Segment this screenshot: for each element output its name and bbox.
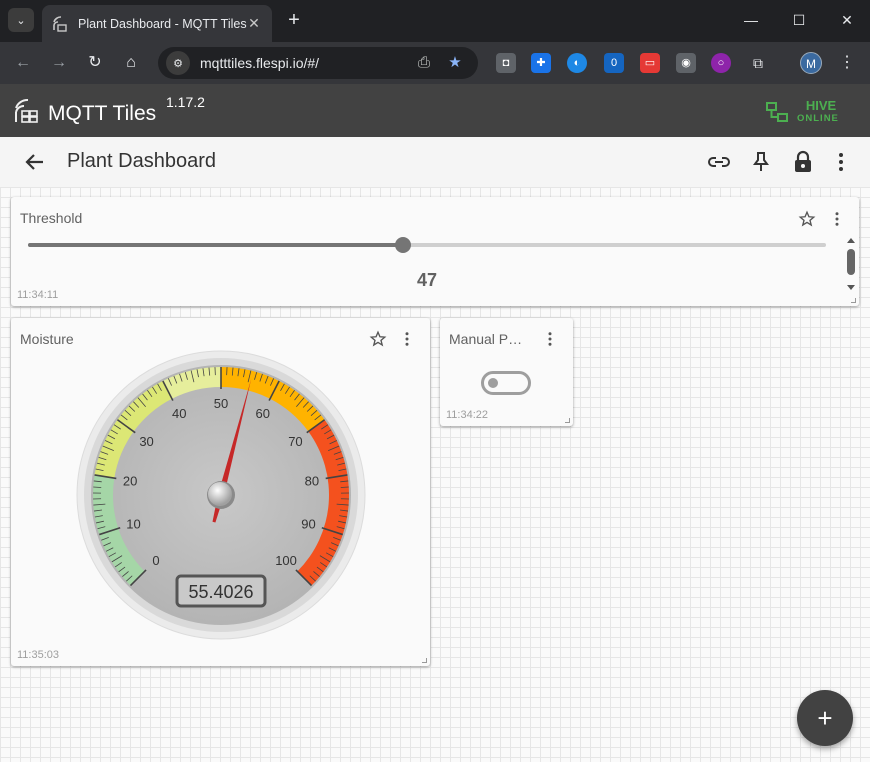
extensions-puzzle-icon[interactable]: ⧉ (748, 53, 768, 73)
bookmark-star-icon[interactable]: ★ (444, 52, 466, 74)
gauge-tick-label: 90 (301, 516, 315, 531)
extension-camera-icon[interactable]: ◉ (676, 53, 696, 73)
dashboard-header: Plant Dashboard (0, 137, 870, 187)
tile-scrollbar[interactable] (846, 235, 856, 295)
tile-menu-icon[interactable] (828, 210, 846, 228)
gauge-tick-label: 0 (152, 553, 159, 568)
pin-icon[interactable] (749, 150, 773, 174)
broker-connection-status[interactable]: HIVE ONLINE (765, 98, 855, 126)
gauge-tick-label: 40 (172, 406, 186, 421)
gauge-tick-label: 50 (214, 396, 228, 411)
tile-timestamp: 11:34:11 (17, 289, 59, 301)
more-vert-icon[interactable] (829, 150, 853, 174)
browser-toolbar: ← → ↻ ⌂ ⚙ mqtttiles.flespi.io/#/ ⎙ ★ ◘ ✚… (0, 42, 870, 84)
resize-handle[interactable] (422, 658, 427, 663)
extension-color-icon[interactable]: ○ (711, 53, 731, 73)
moisture-gauge: 0 10 20 30 40 50 60 70 80 90 100 55.4026 (76, 350, 366, 640)
profile-avatar[interactable]: M (800, 52, 822, 74)
tile-title: Manual P… (449, 331, 523, 347)
tile-title: Threshold (20, 210, 83, 226)
browser-tab[interactable]: Plant Dashboard - MQTT Tiles ✕ (42, 5, 272, 42)
moisture-tile: Moisture 0 10 20 30 40 50 60 70 80 90 100 55.4026 … (11, 318, 430, 666)
tab-search-button[interactable]: ⌄ (8, 8, 34, 32)
extension-counter-icon[interactable]: 0 (604, 53, 624, 73)
gauge-tick-label: 20 (123, 474, 137, 489)
browser-menu-icon[interactable]: ⋮ (835, 51, 859, 75)
gauge-tick-label: 60 (256, 406, 270, 421)
app-bar: MQTT Tiles 1.17.2 HIVE ONLINE (0, 84, 870, 137)
address-bar[interactable]: ⚙ mqtttiles.flespi.io/#/ ⎙ ★ (158, 47, 478, 79)
tab-title: Plant Dashboard - MQTT Tiles (78, 16, 247, 31)
page-title: Plant Dashboard (67, 150, 216, 172)
site-info-icon[interactable]: ⚙ (166, 51, 190, 75)
network-icon (766, 102, 788, 122)
link-icon[interactable] (707, 150, 731, 174)
gauge-tick-label: 100 (275, 553, 297, 568)
tile-menu-icon[interactable] (398, 330, 416, 348)
browser-back-icon[interactable]: ← (11, 51, 35, 75)
browser-tab-bar: ⌄ Plant Dashboard - MQTT Tiles ✕ + — ☐ ✕ (0, 0, 870, 42)
broker-status: ONLINE (797, 113, 839, 124)
extension-badge: 0 (610, 57, 618, 69)
extension-bitwarden-icon[interactable]: ◘ (496, 53, 516, 73)
gauge-minor-tick (340, 486, 349, 488)
tile-timestamp: 11:34:22 (446, 409, 489, 421)
install-app-icon[interactable]: ⎙ (413, 52, 435, 74)
threshold-value: 47 (416, 270, 438, 290)
extension-sync-icon[interactable]: ◐ (567, 53, 587, 73)
gauge-knob (208, 482, 232, 506)
url-text: mqtttiles.flespi.io/#/ (200, 55, 320, 71)
maximize-icon[interactable]: ☐ (784, 8, 814, 32)
slider-fill (28, 243, 404, 247)
browser-forward-icon[interactable]: → (47, 51, 71, 75)
reload-icon[interactable]: ↻ (83, 51, 107, 75)
tile-timestamp: 11:35:03 (17, 649, 60, 661)
gauge-tick-label: 10 (126, 516, 140, 531)
extension-blue-icon[interactable]: ✚ (531, 53, 551, 73)
gauge-tick-label: 30 (139, 434, 153, 449)
star-icon[interactable] (798, 210, 816, 228)
back-arrow-icon[interactable] (24, 151, 46, 173)
manual-toggle-switch[interactable] (481, 371, 531, 395)
tile-menu-icon[interactable] (541, 330, 559, 348)
star-icon[interactable] (369, 330, 387, 348)
window-close-icon[interactable]: ✕ (832, 8, 862, 32)
tab-close-icon[interactable]: ✕ (246, 15, 262, 31)
mqtt-tiles-logo-icon (15, 99, 38, 123)
gauge-tick-label: 70 (288, 434, 302, 449)
threshold-slider[interactable] (28, 237, 826, 253)
gauge-minor-tick (93, 486, 102, 488)
app-version: 1.17.2 (166, 94, 205, 110)
resize-handle[interactable] (851, 298, 856, 303)
gauge-tick-label: 80 (305, 474, 319, 489)
tile-title: Moisture (20, 331, 74, 347)
home-icon[interactable]: ⌂ (119, 51, 143, 75)
minimize-icon[interactable]: — (736, 8, 766, 32)
threshold-tile: Threshold 47 11:34:11 (11, 197, 859, 306)
toggle-knob (488, 378, 498, 388)
add-tile-button[interactable]: + (797, 690, 853, 746)
resize-handle[interactable] (565, 418, 570, 423)
manual-tile: Manual P… 11:34:22 (440, 318, 573, 426)
app-title: MQTT Tiles (48, 102, 157, 125)
lock-icon[interactable] (791, 150, 815, 174)
broker-name: HIVE (805, 98, 837, 113)
tab-favicon-icon (52, 15, 68, 32)
slider-thumb[interactable] (395, 237, 412, 253)
extension-rainbow-icon[interactable]: ▭ (640, 53, 660, 73)
new-tab-button[interactable]: + (283, 9, 305, 31)
gauge-value: 55.4026 (188, 582, 253, 602)
